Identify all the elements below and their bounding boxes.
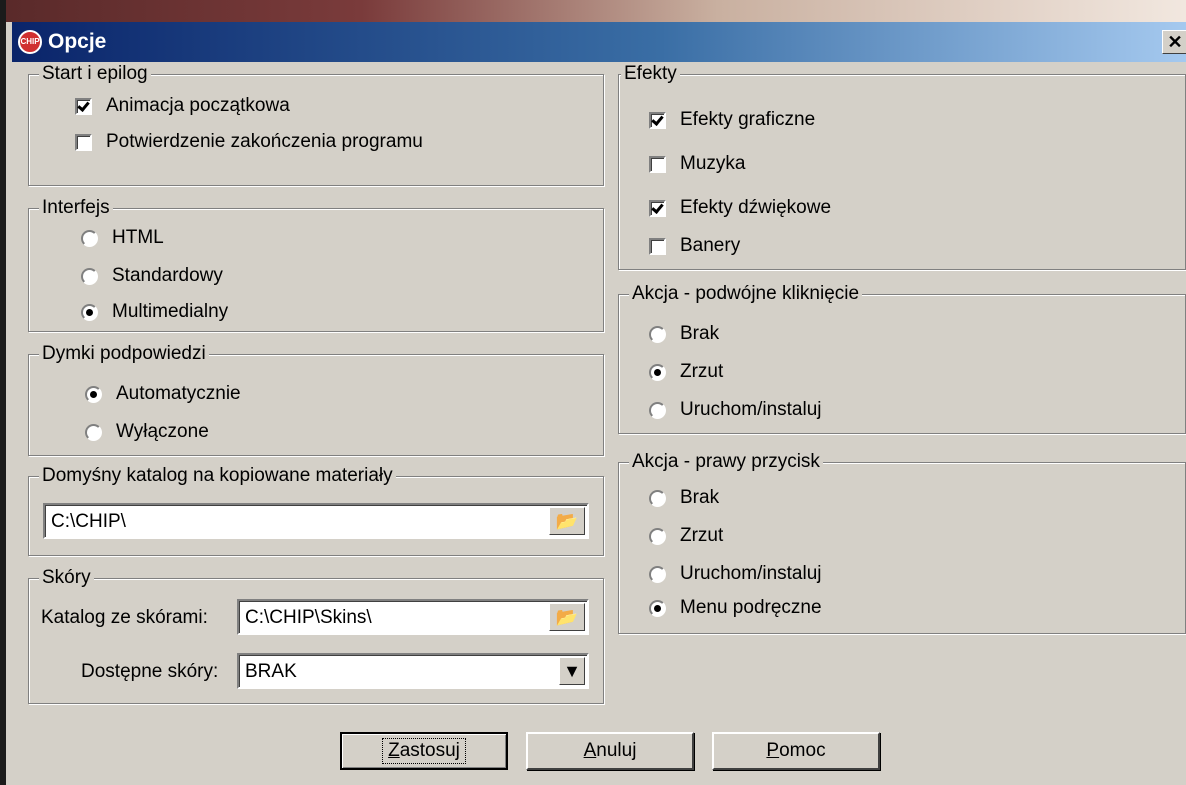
checkbox-sound-effects[interactable]: Efekty dźwiękowe [649, 197, 831, 219]
checkbox-box[interactable] [649, 111, 666, 129]
radio-dblclick-run[interactable]: Uruchom/instaluj [649, 399, 822, 421]
group-effects: Efekty Efekty graficzne Muzyka Efekty dź… [618, 63, 1186, 270]
radio-label: Zrzut [680, 361, 724, 382]
radio-circle[interactable] [649, 489, 666, 507]
group-skins-legend: Skóry [39, 567, 94, 589]
radio-dblclick-screenshot[interactable]: Zrzut [649, 361, 723, 383]
checkbox-banners[interactable]: Banery [649, 235, 740, 257]
radio-circle[interactable] [649, 363, 666, 381]
radio-label: Wyłączone [116, 421, 209, 442]
folder-open-icon[interactable]: 📂 [549, 603, 585, 631]
radio-circle[interactable] [649, 325, 666, 343]
checkbox-label: Muzyka [680, 153, 746, 174]
group-tooltips-legend: Dymki podpowiedzi [39, 343, 209, 365]
group-double-click-legend: Akcja - podwójne kliknięcie [629, 283, 863, 305]
radio-label: Uruchom/instaluj [680, 563, 822, 584]
radio-tooltips-off[interactable]: Wyłączone [85, 421, 209, 443]
radio-label: Multimedialny [112, 301, 229, 322]
skins-dir-input[interactable]: C:\CHIP\Skins\ 📂 [237, 599, 589, 635]
group-right-click-legend: Akcja - prawy przycisk [629, 451, 823, 473]
default-dir-input[interactable]: C:\CHIP\ 📂 [43, 503, 589, 539]
radio-circle[interactable] [81, 267, 98, 285]
title-bar[interactable]: CHIP Opcje ✕ [12, 22, 1186, 62]
radio-circle[interactable] [85, 385, 102, 403]
checkbox-box[interactable] [649, 199, 666, 217]
group-tooltips: Dymki podpowiedzi Automatycznie Wyłączon… [28, 343, 604, 456]
background-strip [6, 0, 1186, 22]
group-skins: Skóry Katalog ze skórami: C:\CHIP\Skins\… [28, 567, 604, 704]
options-dialog: CHIP Opcje ✕ Start i epilog Animacja poc… [0, 0, 1186, 785]
checkbox-box[interactable] [75, 133, 92, 151]
radio-circle[interactable] [649, 565, 666, 583]
radio-rightclick-none[interactable]: Brak [649, 487, 719, 509]
skins-select-value: BRAK [245, 661, 297, 682]
radio-label: Brak [680, 323, 720, 344]
checkbox-label: Banery [680, 235, 741, 256]
radio-circle[interactable] [649, 401, 666, 419]
close-button[interactable]: ✕ [1162, 30, 1186, 54]
group-effects-legend: Efekty [621, 63, 680, 85]
chip-logo-icon: CHIP [18, 30, 42, 54]
folder-open-icon[interactable]: 📂 [549, 507, 585, 535]
radio-circle[interactable] [81, 303, 98, 321]
checkbox-label: Animacja początkowa [106, 95, 290, 116]
radio-circle[interactable] [85, 423, 102, 441]
radio-circle[interactable] [81, 229, 98, 247]
radio-label: Uruchom/instaluj [680, 399, 822, 420]
checkbox-graphic-effects[interactable]: Efekty graficzne [649, 109, 815, 131]
group-default-dir-legend: Domyśny katalog na kopiowane materiały [39, 465, 396, 487]
checkbox-music[interactable]: Muzyka [649, 153, 745, 175]
radio-interface-standard[interactable]: Standardowy [81, 265, 223, 287]
checkbox-box[interactable] [649, 237, 666, 255]
radio-label: Brak [680, 487, 720, 508]
radio-interface-html[interactable]: HTML [81, 227, 164, 249]
apply-button[interactable]: Zastosuj [340, 732, 508, 770]
radio-circle[interactable] [649, 527, 666, 545]
radio-label: Menu podręczne [680, 597, 822, 618]
dropdown-arrow-icon[interactable]: ▼ [559, 657, 585, 685]
skins-dir-label: Katalog ze skórami: [41, 607, 208, 628]
radio-circle[interactable] [649, 599, 666, 617]
checkbox-label: Efekty dźwiękowe [680, 197, 832, 218]
cancel-button[interactable]: Anuluj [526, 732, 694, 770]
group-interface: Interfejs HTML Standardowy Multimedialny [28, 197, 604, 332]
skins-available-label: Dostępne skóry: [81, 661, 219, 682]
skins-select[interactable]: BRAK ▼ [237, 653, 589, 689]
radio-tooltips-auto[interactable]: Automatycznie [85, 383, 241, 405]
group-default-dir: Domyśny katalog na kopiowane materiały C… [28, 465, 604, 556]
help-button[interactable]: Pomoc [712, 732, 880, 770]
checkbox-confirm-exit[interactable]: Potwierdzenie zakończenia programu [75, 131, 423, 153]
radio-rightclick-run[interactable]: Uruchom/instaluj [649, 563, 822, 585]
radio-interface-multimedia[interactable]: Multimedialny [81, 301, 228, 323]
window-title: Opcje [48, 30, 107, 53]
default-dir-value: C:\CHIP\ [51, 511, 126, 532]
group-interface-legend: Interfejs [39, 197, 113, 219]
apply-button-label: Zastosuj [382, 738, 466, 764]
radio-label: Standardowy [112, 265, 223, 286]
checkbox-box[interactable] [649, 155, 666, 173]
checkbox-label: Efekty graficzne [680, 109, 816, 130]
radio-label: HTML [112, 227, 164, 248]
radio-dblclick-none[interactable]: Brak [649, 323, 719, 345]
checkbox-label: Potwierdzenie zakończenia programu [106, 131, 423, 152]
group-right-click: Akcja - prawy przycisk Brak Zrzut Urucho… [618, 451, 1186, 634]
radio-rightclick-screenshot[interactable]: Zrzut [649, 525, 723, 547]
checkbox-box[interactable] [75, 97, 92, 115]
group-start: Start i epilog Animacja początkowa Potwi… [28, 63, 604, 186]
cancel-button-label: Anuluj [583, 740, 637, 761]
group-double-click: Akcja - podwójne kliknięcie Brak Zrzut U… [618, 283, 1186, 434]
checkbox-startup-animation[interactable]: Animacja początkowa [75, 95, 290, 117]
radio-rightclick-context-menu[interactable]: Menu podręczne [649, 597, 822, 619]
help-button-label: Pomoc [766, 740, 826, 761]
group-start-legend: Start i epilog [39, 63, 151, 85]
radio-label: Automatycznie [116, 383, 241, 404]
skins-dir-value: C:\CHIP\Skins\ [245, 607, 372, 628]
radio-label: Zrzut [680, 525, 724, 546]
